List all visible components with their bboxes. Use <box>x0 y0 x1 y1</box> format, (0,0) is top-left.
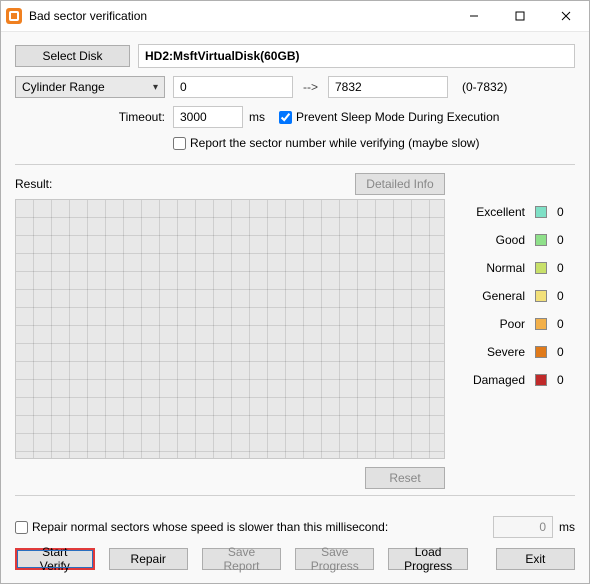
result-label: Result: <box>15 177 52 191</box>
legend: Excellent0Good0Normal0General0Poor0Sever… <box>445 199 575 459</box>
legend-label: Severe <box>471 345 525 359</box>
repair-slow-input[interactable] <box>15 521 28 534</box>
selected-disk-field: HD2:MsftVirtualDisk(60GB) <box>138 44 575 68</box>
legend-item: Good 0 <box>459 233 575 247</box>
legend-count: 0 <box>557 345 575 359</box>
save-report-button[interactable]: Save Report <box>202 548 281 570</box>
divider <box>15 495 575 496</box>
repair-slow-ms-input <box>493 516 553 538</box>
legend-label: Poor <box>471 317 525 331</box>
detailed-info-button[interactable]: Detailed Info <box>355 173 445 195</box>
range-start-input[interactable] <box>173 76 293 98</box>
legend-item: Damaged 0 <box>459 373 575 387</box>
chevron-down-icon: ▾ <box>153 82 158 93</box>
exit-button[interactable]: Exit <box>496 548 575 570</box>
sector-grid <box>15 199 445 459</box>
minimize-button[interactable] <box>451 1 497 31</box>
legend-swatch <box>535 290 547 302</box>
legend-label: Damaged <box>471 373 525 387</box>
legend-count: 0 <box>557 373 575 387</box>
range-end-input[interactable] <box>328 76 448 98</box>
timeout-label: Timeout: <box>15 110 173 124</box>
repair-slow-checkbox[interactable]: Repair normal sectors whose speed is slo… <box>15 520 388 534</box>
range-hint: (0-7832) <box>462 80 507 94</box>
prevent-sleep-label: Prevent Sleep Mode During Execution <box>296 110 499 124</box>
repair-slow-label: Repair normal sectors whose speed is slo… <box>32 520 388 534</box>
prevent-sleep-input[interactable] <box>279 111 292 124</box>
titlebar: Bad sector verification <box>1 1 589 32</box>
legend-item: General 0 <box>459 289 575 303</box>
legend-item: Normal 0 <box>459 261 575 275</box>
range-mode-label: Cylinder Range <box>22 80 105 94</box>
prevent-sleep-checkbox[interactable]: Prevent Sleep Mode During Execution <box>279 110 499 124</box>
legend-swatch <box>535 318 547 330</box>
selected-disk-text: HD2:MsftVirtualDisk(60GB) <box>145 49 299 63</box>
range-mode-dropdown[interactable]: Cylinder Range ▾ <box>15 76 165 98</box>
legend-label: Good <box>471 233 525 247</box>
repair-button[interactable]: Repair <box>109 548 188 570</box>
legend-swatch <box>535 346 547 358</box>
reset-button[interactable]: Reset <box>365 467 445 489</box>
maximize-button[interactable] <box>497 1 543 31</box>
range-arrow-icon: --> <box>303 80 318 94</box>
legend-swatch <box>535 206 547 218</box>
legend-item: Excellent 0 <box>459 205 575 219</box>
legend-label: Normal <box>471 261 525 275</box>
legend-swatch <box>535 374 547 386</box>
load-progress-button[interactable]: Load Progress <box>388 548 467 570</box>
legend-label: General <box>471 289 525 303</box>
legend-item: Poor 0 <box>459 317 575 331</box>
legend-label: Excellent <box>471 205 525 219</box>
select-disk-button[interactable]: Select Disk <box>15 45 130 67</box>
start-verify-button[interactable]: Start Verify <box>15 548 95 570</box>
legend-count: 0 <box>557 289 575 303</box>
timeout-input[interactable] <box>173 106 243 128</box>
client-area: Select Disk HD2:MsftVirtualDisk(60GB) Cy… <box>1 32 589 583</box>
close-button[interactable] <box>543 1 589 31</box>
legend-count: 0 <box>557 233 575 247</box>
legend-swatch <box>535 234 547 246</box>
legend-count: 0 <box>557 317 575 331</box>
report-sector-input[interactable] <box>173 137 186 150</box>
window-title: Bad sector verification <box>29 9 451 23</box>
timeout-unit: ms <box>249 110 265 124</box>
save-progress-button[interactable]: Save Progress <box>295 548 374 570</box>
legend-count: 0 <box>557 205 575 219</box>
legend-item: Severe 0 <box>459 345 575 359</box>
report-sector-checkbox[interactable]: Report the sector number while verifying… <box>173 136 479 150</box>
repair-slow-unit: ms <box>559 520 575 534</box>
legend-swatch <box>535 262 547 274</box>
divider <box>15 164 575 165</box>
app-icon <box>5 7 23 25</box>
report-sector-label: Report the sector number while verifying… <box>190 136 479 150</box>
legend-count: 0 <box>557 261 575 275</box>
window: Bad sector verification Select Disk HD2:… <box>0 0 590 584</box>
